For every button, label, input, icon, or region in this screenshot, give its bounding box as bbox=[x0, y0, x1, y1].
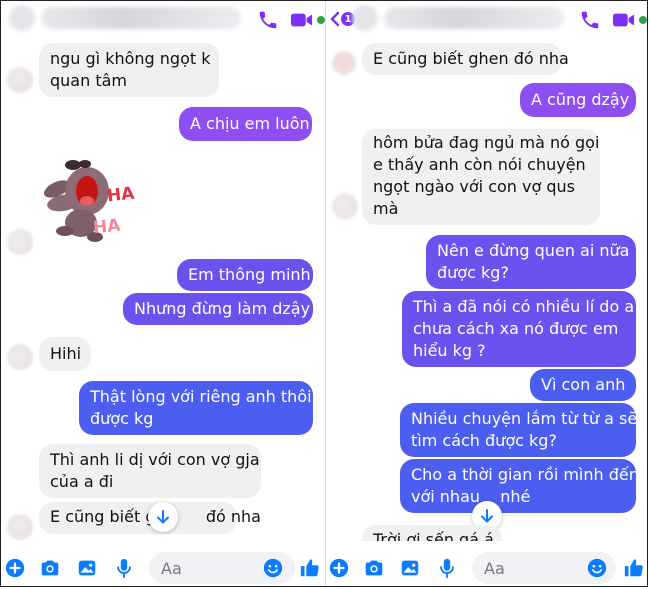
message-line: được kg? bbox=[437, 263, 509, 282]
arrow-down-icon bbox=[481, 509, 493, 523]
contact-name[interactable] bbox=[384, 7, 564, 29]
sender-avatar bbox=[7, 514, 33, 540]
message-line: Cho a thời gian rồi mình đến bbox=[411, 465, 639, 484]
message-incoming[interactable]: ngu gì không ngọt k quan tâm bbox=[39, 43, 219, 97]
message-line: A cũng dzậy bbox=[531, 90, 630, 109]
message-incoming[interactable]: Thì anh li dị với con vợ gja của a đi bbox=[39, 444, 261, 498]
message-line: nhé bbox=[500, 487, 531, 506]
message-line: Em thông minh bbox=[188, 265, 311, 284]
laughing-bear-sticker[interactable]: HA HA bbox=[35, 151, 145, 251]
message-line: Thì a đã nói có nhiều lí do a bbox=[413, 297, 635, 316]
chat-header: 1 bbox=[326, 1, 647, 37]
contact-avatar[interactable] bbox=[352, 5, 378, 31]
phone-icon[interactable] bbox=[579, 9, 601, 31]
message-outgoing[interactable]: Em thông minh bbox=[177, 259, 313, 291]
message-line: Thì anh li dị với con vợ gja bbox=[50, 450, 260, 469]
smiley-icon[interactable] bbox=[586, 557, 608, 579]
message-line: Nhiều chuyện lắm từ từ a sẽ bbox=[411, 409, 638, 428]
video-camera-icon[interactable] bbox=[612, 9, 636, 31]
message-outgoing[interactable]: Cho a thời gian rồi mình đến với nhau nh… bbox=[400, 459, 639, 513]
message-line: e thấy anh còn nói chuyện bbox=[373, 155, 586, 174]
message-line: được kg bbox=[90, 409, 154, 428]
phone-icon[interactable] bbox=[257, 9, 279, 31]
message-outgoing[interactable]: Nhưng đừng làm dzậy bbox=[123, 293, 313, 325]
message-line: E cũng biết ghen đó nha bbox=[373, 49, 569, 68]
smiley-icon[interactable] bbox=[262, 557, 284, 579]
online-status-dot bbox=[638, 15, 647, 25]
chat-header bbox=[1, 1, 325, 37]
message-outgoing[interactable]: Nên e đừng quen ai nữa được kg? bbox=[426, 235, 636, 289]
message-incoming[interactable]: Hihi bbox=[39, 337, 91, 371]
message-line: Vì con anh bbox=[541, 375, 626, 394]
message-outgoing[interactable]: Vì con anh bbox=[530, 369, 636, 401]
sticker-text: HA bbox=[92, 215, 122, 239]
message-line: A chịu em luôn bbox=[190, 114, 310, 133]
message-line: Thật lòng với riêng anh thôi bbox=[90, 387, 312, 406]
scroll-to-bottom-button[interactable] bbox=[148, 502, 178, 532]
message-line: với nhau bbox=[411, 487, 481, 506]
chat-panel-right: 1 E cũng biết ghen đó nha A cũng dzậy hô… bbox=[326, 1, 647, 586]
video-camera-icon[interactable] bbox=[290, 9, 314, 31]
message-incoming[interactable]: hôm bửa đag ngủ mà nó gọi e thấy anh còn… bbox=[362, 129, 600, 225]
message-input-placeholder: Aa bbox=[161, 558, 182, 578]
microphone-icon[interactable] bbox=[436, 557, 458, 579]
message-line: ngu gì không ngọt k bbox=[50, 49, 211, 68]
message-line: hiểu kg ? bbox=[413, 341, 486, 360]
message-line: Nên e đừng quen ai nữa bbox=[437, 241, 630, 260]
contact-avatar[interactable] bbox=[9, 5, 35, 31]
camera-icon[interactable] bbox=[39, 557, 61, 579]
sender-avatar bbox=[332, 193, 358, 219]
message-outgoing[interactable]: A cũng dzậy bbox=[520, 83, 636, 117]
message-outgoing[interactable]: Nhiều chuyện lắm từ từ a sẽ tìm cách đượ… bbox=[400, 403, 638, 457]
message-line: của a đi bbox=[50, 472, 114, 491]
sender-avatar bbox=[7, 67, 33, 93]
message-line: Nhưng đừng làm dzậy bbox=[134, 299, 311, 318]
chevron-left-icon bbox=[330, 11, 340, 27]
message-line: ngọt ngào với con vợ qus bbox=[373, 177, 575, 196]
screenshot-frame: ngu gì không ngọt k quan tâm A chịu em l… bbox=[0, 0, 648, 587]
message-line: mà bbox=[373, 199, 399, 218]
message-line: đó nha bbox=[205, 507, 261, 526]
message-outgoing[interactable]: A chịu em luôn bbox=[179, 107, 312, 141]
message-line: quan tâm bbox=[50, 71, 127, 90]
message-incoming[interactable]: E cũng biết ghen đó nha bbox=[362, 43, 569, 75]
message-line: chưa cách xa nó được em bbox=[413, 319, 619, 338]
message-outgoing[interactable]: Thì a đã nói có nhiều lí do a chưa cách … bbox=[402, 291, 636, 367]
plus-circle-icon[interactable] bbox=[328, 557, 350, 579]
plus-circle-icon[interactable] bbox=[4, 557, 26, 579]
message-composer: Aa bbox=[326, 541, 647, 586]
image-icon[interactable] bbox=[399, 557, 421, 579]
chat-panel-left: ngu gì không ngọt k quan tâm A chịu em l… bbox=[1, 1, 325, 586]
message-line: tìm cách được kg? bbox=[411, 431, 557, 450]
sender-avatar bbox=[7, 229, 33, 255]
online-status-dot bbox=[316, 15, 325, 25]
microphone-icon[interactable] bbox=[113, 557, 135, 579]
image-icon[interactable] bbox=[76, 557, 98, 579]
message-incoming[interactable]: E cũng biết gh đó nha bbox=[39, 502, 261, 534]
message-line: hôm bửa đag ngủ mà nó gọi bbox=[373, 133, 600, 152]
arrow-down-icon bbox=[157, 510, 169, 524]
message-outgoing[interactable]: Thật lòng với riêng anh thôi được kg bbox=[79, 381, 313, 435]
sender-avatar bbox=[332, 51, 356, 75]
thumbs-up-icon[interactable] bbox=[299, 557, 321, 579]
message-line: Hihi bbox=[50, 344, 82, 363]
message-input-placeholder: Aa bbox=[484, 558, 505, 578]
sender-avatar bbox=[7, 344, 33, 370]
thumbs-up-icon[interactable] bbox=[623, 557, 645, 579]
camera-icon[interactable] bbox=[363, 557, 385, 579]
message-composer: Aa bbox=[1, 541, 325, 586]
sticker-text: HA bbox=[106, 183, 136, 207]
contact-name[interactable] bbox=[41, 7, 241, 29]
